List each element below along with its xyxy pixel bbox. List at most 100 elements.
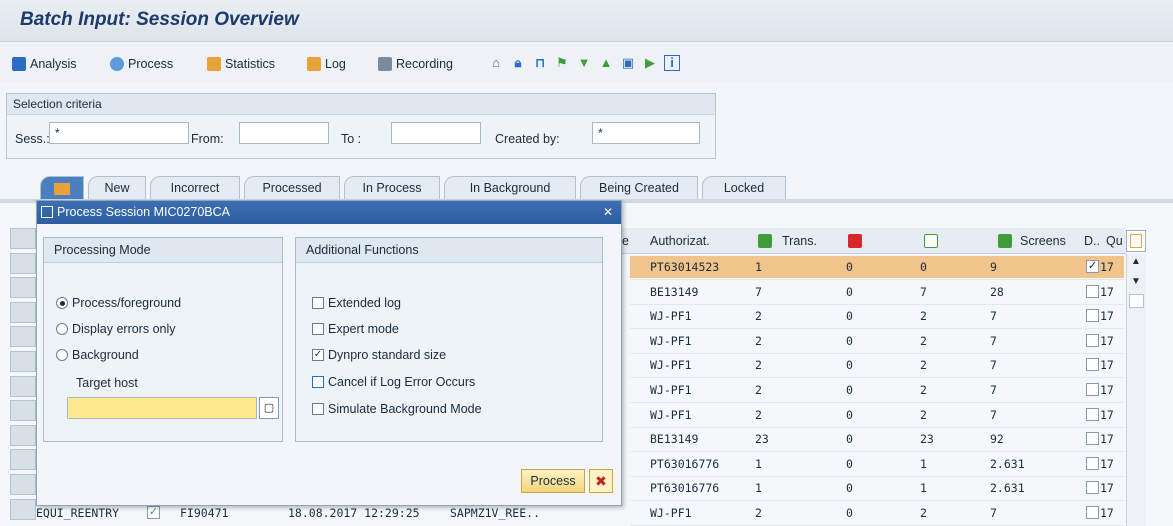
export-icon[interactable]: ▣ [620, 55, 636, 71]
col-trans[interactable]: Trans. [782, 228, 817, 254]
info-icon[interactable]: i [664, 55, 680, 71]
cell-screens[interactable]: 2.631 [990, 477, 1025, 499]
cell-q[interactable]: 17 [1100, 404, 1114, 426]
cell-trans[interactable]: 23 [755, 428, 769, 450]
radio-process-foreground[interactable]: Process/foreground [56, 296, 181, 310]
row-checkbox[interactable] [1086, 408, 1099, 421]
checkbox-cancel-if-log-error[interactable]: Cancel if Log Error Occurs [312, 375, 475, 389]
from-date-input[interactable] [239, 122, 329, 144]
radio-button[interactable] [56, 297, 68, 309]
cell-trans[interactable]: 2 [755, 502, 762, 524]
scroll-up-icon[interactable]: ▲ [1131, 256, 1141, 267]
row-selector[interactable] [10, 302, 36, 323]
row-checkbox[interactable] [1086, 481, 1099, 494]
cell-errors[interactable]: 0 [846, 305, 853, 327]
scroll-thumb[interactable] [1129, 294, 1144, 308]
checkbox-checked[interactable]: ✓ [312, 349, 324, 361]
cell-q[interactable]: 17 [1100, 281, 1114, 303]
row-checkbox[interactable] [1086, 285, 1099, 298]
cell-trans[interactable]: 2 [755, 305, 762, 327]
cell-q[interactable]: 17 [1100, 305, 1114, 327]
row-checkbox[interactable]: ✓ [1086, 260, 1099, 273]
tab-all[interactable] [40, 176, 84, 200]
cell-errors[interactable]: 0 [846, 330, 853, 352]
flag-icon[interactable]: ⚑ [554, 55, 570, 71]
checkbox[interactable] [312, 297, 324, 309]
print-icon[interactable]: ▲ [598, 55, 614, 71]
cell-q[interactable]: 17 [1100, 502, 1114, 524]
col-q[interactable]: Qu [1106, 228, 1123, 254]
cell-errors[interactable]: 0 [846, 256, 853, 278]
checkbox[interactable] [312, 323, 324, 335]
cell-screens[interactable]: 7 [990, 502, 997, 524]
cell-authorization[interactable]: WJ-PF1 [650, 379, 692, 401]
row-selector[interactable] [10, 474, 36, 495]
cell-authorization[interactable]: WJ-PF1 [650, 502, 692, 524]
row-selector[interactable] [10, 425, 36, 446]
cell-authorization[interactable]: PT63014523 [650, 256, 719, 278]
cell-trans[interactable]: 2 [755, 354, 762, 376]
log-button[interactable]: Log [307, 54, 346, 74]
row-checkbox[interactable] [1086, 309, 1099, 322]
column-layout-icon[interactable] [1126, 230, 1146, 252]
cell-processed[interactable]: 2 [920, 354, 927, 376]
cell-processed[interactable]: 1 [920, 453, 927, 475]
row-selector[interactable] [10, 253, 36, 274]
cell-processed[interactable]: 1 [920, 477, 927, 499]
cell-trans[interactable]: 1 [755, 453, 762, 475]
cell-errors[interactable]: 0 [846, 354, 853, 376]
cell-errors[interactable]: 0 [846, 477, 853, 499]
radio-button[interactable] [56, 323, 68, 335]
radio-display-errors-only[interactable]: Display errors only [56, 322, 176, 336]
cell-errors[interactable]: 0 [846, 502, 853, 524]
cell-screens[interactable]: 2.631 [990, 453, 1025, 475]
cell-authorization[interactable]: WJ-PF1 [650, 305, 692, 327]
error-icon[interactable] [848, 234, 862, 248]
session-input[interactable]: * [49, 122, 189, 144]
cell-trans[interactable]: 1 [755, 477, 762, 499]
tab-locked[interactable]: Locked [702, 176, 786, 200]
row-selector[interactable] [10, 351, 36, 372]
row-checkbox[interactable] [1086, 457, 1099, 470]
row-checkbox[interactable] [1086, 506, 1099, 519]
cell-errors[interactable]: 0 [846, 281, 853, 303]
col-d[interactable]: D.. [1084, 228, 1100, 254]
row-selector[interactable] [10, 326, 36, 347]
cell-errors[interactable]: 0 [846, 379, 853, 401]
col-screens[interactable]: Screens [1020, 228, 1066, 254]
cell-screens[interactable]: 92 [990, 428, 1004, 450]
cell-authorization[interactable]: WJ-PF1 [650, 404, 692, 426]
cell-screens[interactable]: 7 [990, 305, 997, 327]
lock-icon[interactable]: 🔒︎ [510, 55, 526, 71]
tab-in-background[interactable]: In Background [444, 176, 576, 200]
row-checkbox[interactable] [1086, 383, 1099, 396]
tab-being-created[interactable]: Being Created [580, 176, 698, 200]
to-date-input[interactable] [391, 122, 481, 144]
col-authorization[interactable]: Authorizat. [650, 228, 710, 254]
checkbox[interactable] [312, 403, 324, 415]
cell-q[interactable]: 17 [1100, 379, 1114, 401]
cell-trans[interactable]: 2 [755, 379, 762, 401]
delete-icon[interactable]: ⌂ [488, 55, 504, 71]
cell-q[interactable]: 17 [1100, 256, 1114, 278]
row-checkbox[interactable] [1086, 334, 1099, 347]
cell-processed[interactable]: 0 [920, 256, 927, 278]
cell-processed[interactable]: 2 [920, 502, 927, 524]
row-checkbox[interactable] [1086, 432, 1099, 445]
row-selector[interactable] [10, 228, 36, 249]
row-selector[interactable] [10, 449, 36, 470]
tab-new[interactable]: New [88, 176, 146, 200]
cell-trans[interactable]: 2 [755, 330, 762, 352]
cell-q[interactable]: 17 [1100, 354, 1114, 376]
import-icon[interactable]: ▶ [642, 55, 658, 71]
cell-processed[interactable]: 2 [920, 330, 927, 352]
cell-screens[interactable]: 9 [990, 256, 997, 278]
checkbox-extended-log[interactable]: Extended log [312, 296, 401, 310]
cell-authorization[interactable]: BE13149 [650, 428, 698, 450]
close-icon[interactable]: ✕ [601, 205, 615, 219]
cell-screens[interactable]: 28 [990, 281, 1004, 303]
cell-q[interactable]: 17 [1100, 428, 1114, 450]
cell-errors[interactable]: 0 [846, 428, 853, 450]
row-selector[interactable] [10, 499, 36, 520]
row-selector[interactable] [10, 376, 36, 397]
